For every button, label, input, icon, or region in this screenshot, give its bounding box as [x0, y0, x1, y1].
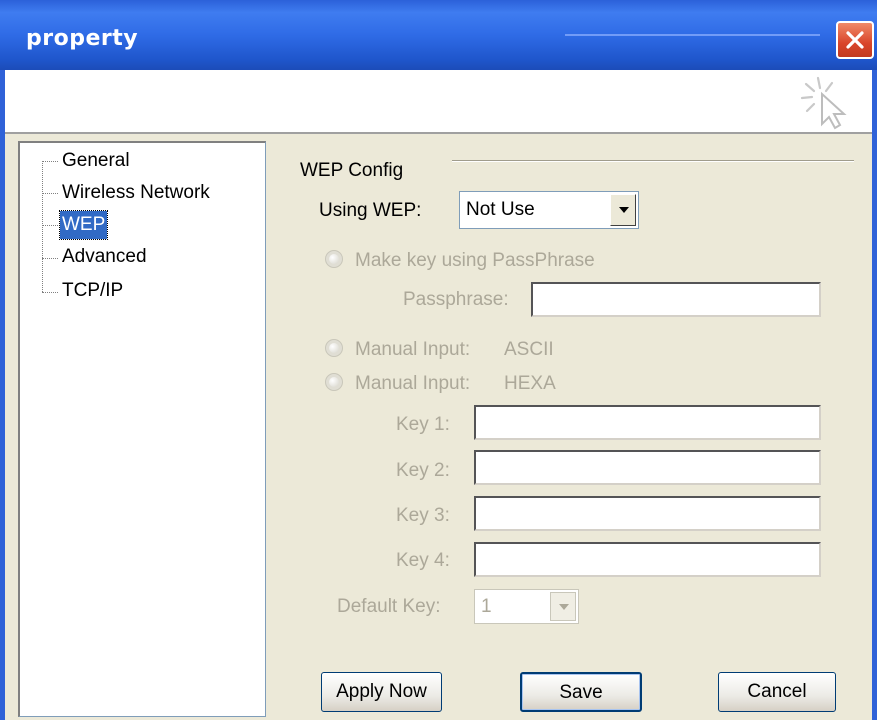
key-2-input[interactable]: [474, 450, 821, 485]
apply-now-button[interactable]: Apply Now: [321, 672, 442, 712]
window-frame-right: [872, 70, 877, 720]
window-frame-left: [0, 70, 5, 720]
using-wep-value: Not Use: [466, 199, 535, 220]
title-decoration: [565, 34, 820, 36]
chevron-down-icon: [619, 207, 629, 213]
close-icon: [846, 31, 864, 49]
cursor-sparkle-icon: [800, 76, 847, 130]
passphrase-radio[interactable]: [325, 250, 343, 268]
tree-item-general[interactable]: General: [60, 147, 132, 175]
manual-hexa-label: Manual Input:: [355, 373, 471, 394]
using-wep-label: Using WEP:: [319, 200, 422, 221]
tree-item-wep[interactable]: WEP: [58, 210, 109, 240]
header-band: [5, 70, 872, 134]
wep-config-group-label: WEP Config: [300, 160, 404, 181]
window-title: property: [26, 26, 139, 51]
tree-item-wireless-network[interactable]: Wireless Network: [60, 179, 212, 207]
title-bar[interactable]: property: [0, 0, 877, 70]
tree-connector: [42, 292, 58, 293]
manual-hexa-type: HEXA: [504, 373, 556, 394]
key-1-input[interactable]: [474, 405, 821, 440]
group-divider: [452, 160, 854, 162]
passphrase-input[interactable]: [531, 282, 821, 317]
key-1-label: Key 1:: [396, 414, 450, 435]
tree-connector: [42, 258, 58, 259]
settings-tree[interactable]: General Wireless Network WEP Advanced TC…: [18, 141, 266, 717]
key-4-input[interactable]: [474, 542, 821, 577]
key-3-label: Key 3:: [396, 505, 450, 526]
default-key-select[interactable]: 1: [474, 589, 579, 624]
chevron-down-icon: [559, 603, 569, 610]
passphrase-label: Passphrase:: [403, 289, 509, 310]
manual-hexa-radio[interactable]: [325, 373, 343, 391]
tree-item-advanced[interactable]: Advanced: [60, 243, 149, 271]
property-window: property General Wireless Network WEP Ad…: [0, 0, 877, 720]
key-3-input[interactable]: [474, 496, 821, 531]
cancel-button[interactable]: Cancel: [718, 672, 836, 712]
key-4-label: Key 4:: [396, 550, 450, 571]
save-button[interactable]: Save: [520, 672, 642, 712]
close-button[interactable]: [836, 21, 874, 59]
using-wep-dropdown-button[interactable]: [610, 194, 636, 226]
tree-connector: [42, 225, 58, 226]
tree-connector: [42, 161, 58, 162]
tree-connector: [42, 193, 58, 194]
manual-ascii-type: ASCII: [504, 339, 554, 360]
manual-ascii-label: Manual Input:: [355, 339, 471, 360]
tree-item-tcp-ip[interactable]: TCP/IP: [60, 277, 125, 305]
passphrase-radio-label: Make key using PassPhrase: [355, 250, 595, 271]
manual-ascii-radio[interactable]: [325, 339, 343, 357]
default-key-label: Default Key:: [337, 596, 441, 617]
using-wep-select[interactable]: Not Use: [459, 191, 639, 229]
default-key-dropdown-button[interactable]: [550, 592, 576, 621]
default-key-value: 1: [481, 595, 492, 617]
key-2-label: Key 2:: [396, 460, 450, 481]
tree-connector: [42, 161, 43, 292]
